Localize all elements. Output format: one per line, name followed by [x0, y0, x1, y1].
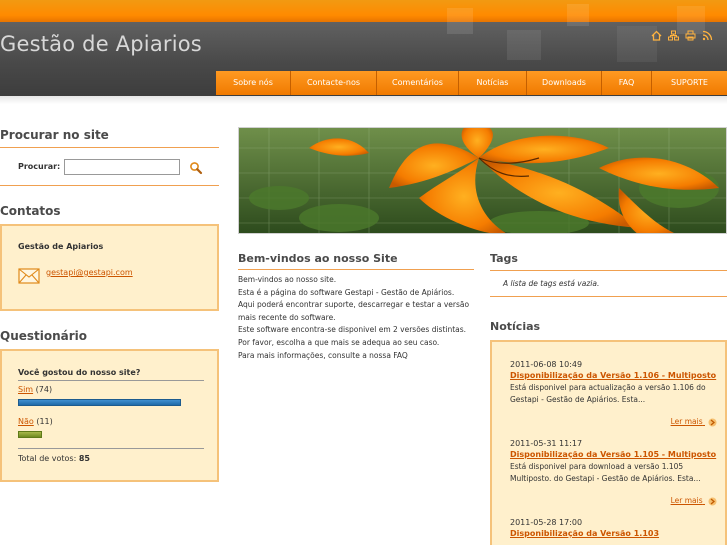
welcome-paragraph: Aqui poderá encontrar suporte, descarreg…: [238, 300, 470, 322]
search-button[interactable]: [189, 160, 203, 175]
news-date: 2011-05-28 17:00: [510, 518, 583, 527]
news-title-link[interactable]: Disponibilização da Versão 1.103: [510, 529, 720, 538]
nav-item-sobre-nos[interactable]: Sobre nós: [216, 71, 290, 95]
poll-bar-nao: [18, 431, 42, 438]
poll-question: Você gostou do nosso site?: [18, 368, 141, 377]
read-more-link[interactable]: Ler mais: [671, 496, 717, 506]
welcome-paragraph: Bem-vindos ao nosso site.: [238, 275, 337, 284]
search-label: Procurar:: [18, 162, 61, 171]
poll-box: Você gostou do nosso site? Sim (74) Não …: [0, 349, 219, 482]
nav-item-comentarios[interactable]: Comentários: [376, 71, 458, 95]
poll-answer-count: (11): [36, 417, 53, 426]
arrow-right-icon: [708, 418, 717, 426]
search-icon: [190, 162, 203, 175]
header-shadow: [0, 96, 727, 104]
news-summary: Está disponivel para actualização a vers…: [510, 383, 706, 404]
mail-icon: [18, 268, 40, 284]
read-more-label: Ler mais: [670, 496, 703, 505]
news-item: 2011-06-08 10:49 Disponibilização da Ver…: [510, 360, 720, 406]
read-more-label: Ler mais: [670, 417, 703, 426]
search-section-title: Procurar no site: [0, 128, 109, 142]
welcome-paragraph: Este software encontra-se disponivel em …: [238, 325, 467, 347]
poll-answer-count: (74): [35, 385, 53, 394]
contacts-box: Gestão de Apiarios gestapi@gestapi.com: [0, 224, 219, 311]
poll-divider: [18, 448, 204, 449]
nav-item-faq[interactable]: FAQ: [601, 71, 651, 95]
poll-total-value: 85: [78, 454, 90, 463]
poll-section-title: Questionário: [0, 329, 88, 343]
news-title: Notícias: [490, 320, 541, 333]
divider: [0, 185, 219, 186]
news-box: 2011-06-08 10:49 Disponibilização da Ver…: [490, 340, 727, 545]
divider: [0, 147, 219, 148]
poll-total-label: Total de votos:: [18, 454, 77, 463]
search-input[interactable]: [64, 159, 180, 175]
poll-answer-nao: Não (11): [18, 417, 53, 426]
main-nav: Sobre nós Contacte-nos Comentários Notíc…: [216, 71, 727, 95]
divider: [238, 269, 474, 270]
news-title-link[interactable]: Disponibilização da Versão 1.106 - Multi…: [510, 371, 720, 380]
poll-total: Total de votos: 85: [18, 454, 90, 463]
welcome-paragraph: Esta é a página do software Gestapi - Ge…: [238, 287, 455, 297]
news-title-link[interactable]: Disponibilização da Versão 1.105 - Multi…: [510, 450, 720, 459]
contacts-section-title: Contatos: [0, 204, 61, 218]
poll-divider: [18, 380, 204, 381]
read-more-link[interactable]: Ler mais: [671, 417, 717, 427]
poll-answer-link[interactable]: Não: [18, 417, 34, 426]
welcome-paragraph: Para mais informações, consulte a nossa …: [238, 350, 408, 360]
welcome-body: Bem-vindos ao nosso site. Esta é a págin…: [238, 274, 474, 362]
print-icon[interactable]: [685, 30, 696, 41]
rss-icon[interactable]: [702, 30, 713, 41]
nav-item-suporte[interactable]: SUPORTE: [651, 71, 727, 95]
news-summary: Está disponivel para download a versão 1…: [510, 462, 701, 483]
poll-bar-sim: [18, 399, 181, 406]
poll-answer-sim: Sim (74): [18, 385, 52, 394]
contacts-email-link[interactable]: gestapi@gestapi.com: [46, 268, 133, 277]
site-title[interactable]: Gestão de Apiarios: [0, 32, 202, 56]
welcome-title: Bem-vindos ao nosso Site: [238, 252, 398, 265]
contacts-name: Gestão de Apiarios: [18, 242, 104, 251]
tags-title: Tags: [490, 252, 518, 265]
sitemap-icon[interactable]: [668, 30, 679, 41]
news-date: 2011-06-08 10:49: [510, 360, 583, 369]
banner-image: [238, 127, 727, 234]
nav-item-contacte-nos[interactable]: Contacte-nos: [290, 71, 376, 95]
divider: [490, 296, 727, 297]
news-item: 2011-05-28 17:00 Disponibilização da Ver…: [510, 518, 720, 540]
tags-empty-message: A lista de tags está vazia.: [503, 279, 600, 288]
divider: [490, 270, 727, 271]
nav-item-noticias[interactable]: Notícias: [458, 71, 526, 95]
site-header: Gestão de Apiarios Sobre nós Contacte-no…: [0, 0, 727, 96]
arrow-right-icon: [708, 497, 717, 505]
news-item: 2011-05-31 11:17 Disponibilização da Ver…: [510, 439, 720, 485]
nav-item-downloads[interactable]: Downloads: [526, 71, 601, 95]
header-icons: [651, 30, 713, 41]
poll-answer-link[interactable]: Sim: [18, 385, 33, 394]
news-date: 2011-05-31 11:17: [510, 439, 583, 448]
home-icon[interactable]: [651, 30, 662, 41]
